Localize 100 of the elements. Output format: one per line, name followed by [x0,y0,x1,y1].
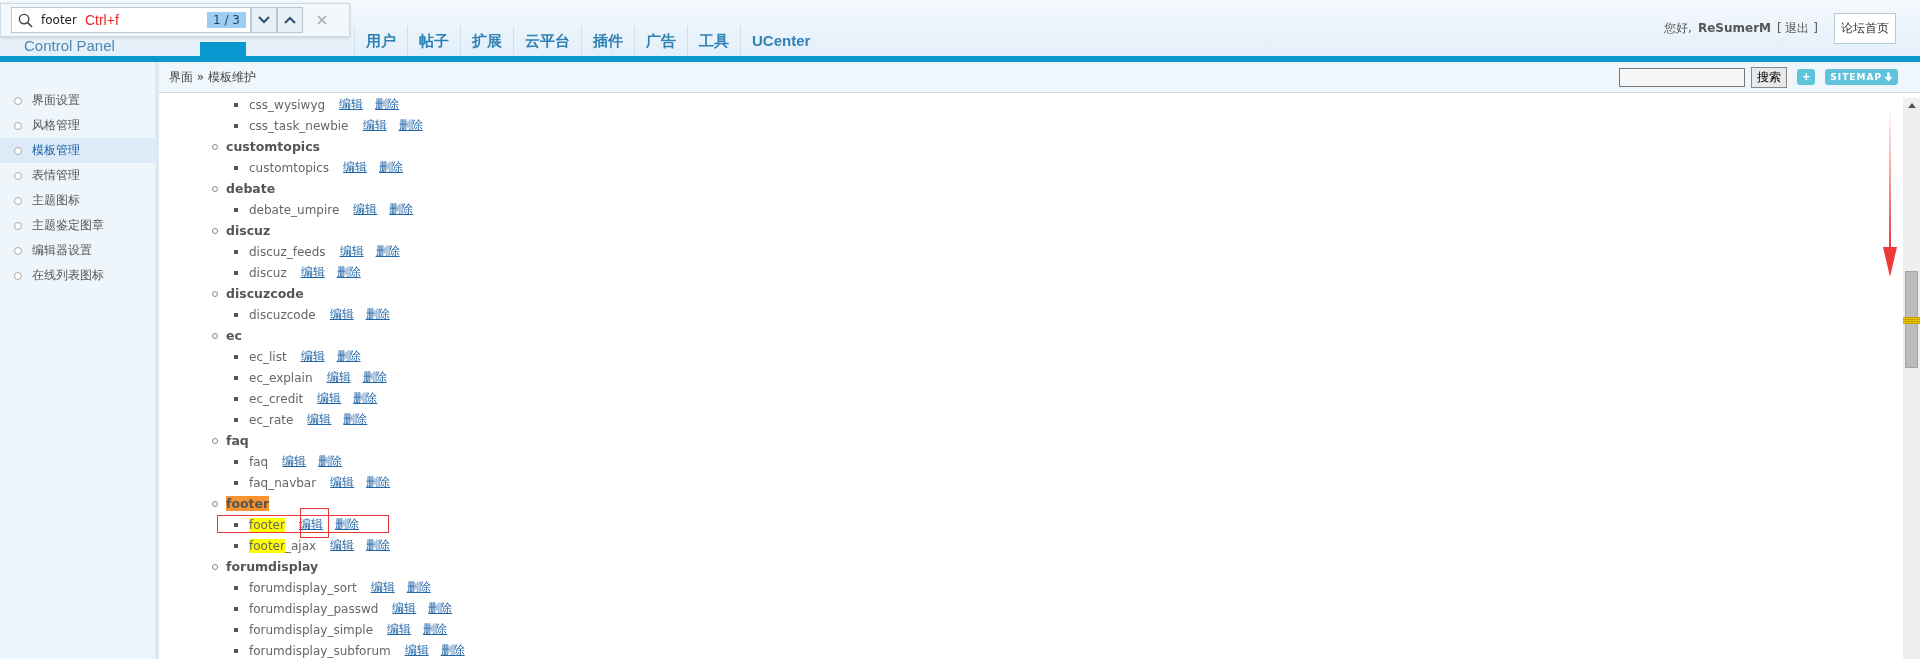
square-bullet-icon [234,312,238,317]
circle-bullet-icon [14,96,22,105]
action-link[interactable]: 删除 [353,390,378,407]
sidebar-item[interactable]: 编辑器设置 [0,238,155,263]
scrollbar-thumb[interactable] [1905,271,1918,368]
sidebar-item[interactable]: 表情管理 [0,163,155,188]
action-link[interactable]: 编辑 [330,474,355,491]
search-icon [18,12,33,28]
template-name: discuzcode [249,307,316,322]
action-link[interactable]: 删除 [375,243,400,260]
action-link[interactable]: 编辑 [362,117,387,134]
template-group-name: discuzcode [226,286,304,301]
square-bullet-icon [234,522,238,527]
template-group-name: customtopics [226,139,320,154]
search-button[interactable]: 搜索 [1751,66,1788,88]
action-link[interactable]: 删除 [336,264,361,281]
template-name: ec_credit [249,391,304,406]
scrollbar[interactable] [1903,98,1920,659]
action-link[interactable]: 编辑 [370,579,395,596]
template-name: ec_explain [249,370,313,385]
action-link[interactable]: 删除 [366,474,391,491]
action-link[interactable]: 删除 [428,600,453,617]
username: ReSumerM [1697,21,1771,35]
action-link[interactable]: 编辑 [392,600,417,617]
logout-link[interactable]: [ 退出 ] [1777,19,1818,37]
action-link[interactable]: 编辑 [307,411,332,428]
action-link[interactable]: 编辑 [317,390,342,407]
action-link[interactable]: 删除 [334,516,359,533]
scroll-up-icon[interactable] [1908,103,1916,108]
square-bullet-icon [234,249,238,254]
previous-match-button[interactable] [277,7,303,33]
template-name: ec_list [249,349,287,364]
action-link[interactable]: 删除 [389,201,414,218]
search-field[interactable] [1619,67,1746,87]
action-link[interactable]: 编辑 [404,642,429,659]
template-name: forumdisplay_simple [249,622,373,637]
sidebar-item[interactable]: 界面设置 [0,88,155,113]
sidebar-item[interactable]: 主题鉴定图章 [0,213,155,238]
action-link[interactable]: 编辑 [339,243,364,260]
square-bullet-icon [234,606,238,611]
square-bullet-icon [234,459,238,464]
action-link[interactable]: 删除 [375,96,400,113]
template-name: customtopics [249,160,330,175]
template-name: css_wysiwyg [249,97,326,112]
breadcrumb: 界面 » 模板维护 [169,68,256,86]
down-arrow-icon [1884,72,1893,82]
square-bullet-icon [234,123,238,128]
action-link[interactable]: 删除 [336,348,361,365]
logo-subtitle: Control Panel [24,37,116,54]
action-link[interactable]: 删除 [343,411,368,428]
chevron-up-icon [284,16,296,24]
action-link[interactable]: 编辑 [329,306,354,323]
square-bullet-icon [234,585,238,590]
square-bullet-icon [234,165,238,170]
circle-bullet-icon [14,196,22,205]
template-name: forumdisplay_subforum [249,643,391,658]
action-link[interactable]: 编辑 [343,159,368,176]
circle-bullet-icon [14,221,22,230]
template-name: discuz_feeds [249,244,326,259]
template-name: footer [249,517,285,532]
template-group-name: discuz [226,223,271,238]
close-icon[interactable] [317,15,327,25]
action-link[interactable]: 删除 [365,306,390,323]
circle-bullet-icon [14,171,22,180]
sidebar-item[interactable]: 风格管理 [0,113,155,138]
square-bullet-icon [234,417,238,422]
action-link[interactable]: 删除 [398,117,423,134]
match-count: 1 / 3 [207,12,246,28]
square-bullet-icon [234,543,238,548]
action-link[interactable]: 删除 [318,453,343,470]
forum-home-button[interactable]: 论坛首页 [1834,12,1896,44]
square-bullet-icon [234,270,238,275]
greeting: 您好, [1664,19,1692,37]
action-link[interactable]: 编辑 [353,201,378,218]
action-link[interactable]: 删除 [423,621,447,638]
sidebar-item[interactable]: 模板管理 [0,138,155,163]
template-name: faq [249,454,269,469]
square-bullet-icon [234,102,238,107]
action-link[interactable]: 编辑 [387,621,411,638]
sidebar-item[interactable]: 主题图标 [0,188,155,213]
action-link[interactable]: 删除 [440,642,465,659]
action-link[interactable]: 删除 [406,579,431,596]
template-name: debate_umpire [249,202,340,217]
template-group-name: debate [226,181,276,196]
template-name: forumdisplay_passwd [249,601,379,616]
template-name: css_task_newbie [249,118,349,133]
sidebar-item[interactable]: 在线列表图标 [0,263,155,288]
action-link[interactable]: 删除 [362,369,387,386]
action-link[interactable]: 编辑 [300,348,325,365]
action-link[interactable]: 编辑 [300,264,325,281]
square-bullet-icon [234,354,238,359]
find-field[interactable]: footer Ctrl+f 1 / 3 [11,7,251,33]
action-link[interactable]: 编辑 [326,369,351,386]
next-match-button[interactable] [251,7,277,33]
action-link[interactable]: 编辑 [339,96,364,113]
action-link[interactable]: 编辑 [330,537,355,554]
action-link[interactable]: 删除 [379,159,404,176]
action-link[interactable]: 删除 [366,537,391,554]
template-name: faq_navbar [249,475,317,490]
action-link[interactable]: 编辑 [282,453,307,470]
